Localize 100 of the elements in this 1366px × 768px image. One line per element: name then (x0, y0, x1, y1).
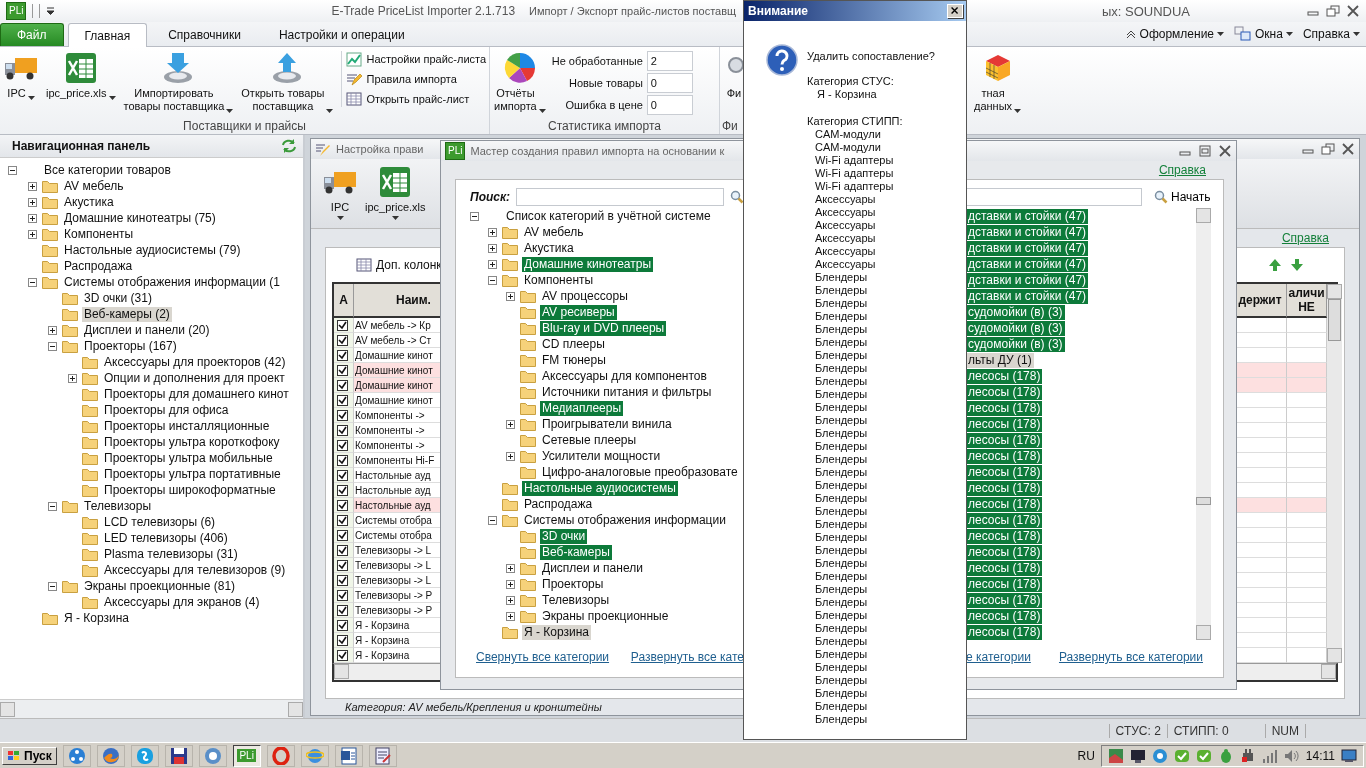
plug-icon[interactable] (1239, 747, 1256, 764)
tree-item[interactable]: Компоненты (62, 226, 136, 242)
tree-item[interactable]: Я - Корзина (62, 610, 132, 626)
tree-item[interactable]: Я - Корзина (522, 624, 592, 640)
checkbox[interactable] (337, 409, 348, 421)
sphere-icon[interactable] (203, 746, 222, 765)
start-button[interactable]: Начать (1148, 189, 1217, 205)
tree-toggle[interactable] (48, 581, 57, 591)
tree-toggle[interactable] (8, 165, 17, 175)
tree-toggle[interactable] (506, 611, 515, 621)
tree-toggle[interactable] (488, 227, 497, 237)
start-button[interactable]: Пуск (2, 746, 57, 765)
taskbar-button[interactable] (334, 744, 363, 767)
checkbox[interactable] (337, 574, 348, 586)
search-field[interactable] (966, 188, 1142, 206)
signal-icon[interactable] (1261, 747, 1278, 764)
ribbon-button[interactable]: Отчёты импорта (492, 51, 548, 113)
tree-item[interactable]: лесосы (178) (966, 496, 1043, 512)
tree-item[interactable]: AV мебель (62, 178, 126, 194)
help-link[interactable]: Справка (1281, 231, 1329, 245)
ribbon-small-button[interactable]: Открыть прайс-лист (366, 93, 470, 105)
tree-item[interactable]: Распродажа (522, 496, 595, 512)
tree-item[interactable]: Список категорий в учётной системе (504, 208, 713, 224)
tree-toggle[interactable] (506, 451, 515, 461)
ribbon-tab[interactable]: Файл (0, 23, 64, 46)
checkbox[interactable] (337, 469, 348, 481)
collapse-all-link[interactable]: Свернуть все категории (476, 650, 610, 664)
tree-item[interactable]: Проекторы инсталляционные (102, 418, 272, 434)
ring-icon[interactable] (271, 746, 290, 765)
tree-toggle[interactable] (506, 419, 515, 429)
tree-item[interactable]: Проекторы ультра короткофоку (102, 434, 282, 450)
network-icon[interactable] (67, 746, 86, 765)
checkbox[interactable] (337, 394, 348, 406)
tree-item[interactable]: Blu-ray и DVD плееры (540, 320, 667, 336)
tree-item[interactable]: лесосы (178) (966, 384, 1043, 400)
column-header[interactable]: держит (1234, 284, 1287, 318)
tree-item[interactable]: лесосы (178) (966, 512, 1043, 528)
ribbon-button[interactable]: Импортировать товары поставщика (121, 51, 236, 113)
tree-item[interactable]: Веб-камеры (2) (82, 306, 172, 322)
maximize-button[interactable] (1198, 145, 1212, 157)
search-icon[interactable] (1154, 190, 1168, 204)
taskbar-button[interactable]: PLi (232, 744, 261, 767)
restore-button[interactable] (1326, 5, 1340, 17)
checkbox[interactable] (337, 544, 348, 556)
checkbox[interactable] (337, 514, 348, 526)
ribbon-button[interactable]: ipc_price.xls (44, 51, 118, 100)
checkbox[interactable] (337, 529, 348, 541)
tree-toggle[interactable] (28, 229, 37, 239)
tree-item[interactable]: Проекторы для домашнего кинот (102, 386, 291, 402)
monitor-icon[interactable] (1129, 747, 1146, 764)
tree-item[interactable]: лесосы (178) (966, 432, 1043, 448)
tree-item[interactable]: лесосы (178) (966, 592, 1043, 608)
move-down-icon[interactable] (1290, 258, 1304, 272)
tree-item[interactable]: Настольные аудиосистемы (79) (62, 242, 243, 258)
tree-item[interactable]: лесосы (178) (966, 464, 1043, 480)
tree-item[interactable]: дставки и стойки (47) (966, 224, 1089, 240)
tree-item[interactable]: Аксессуары для проекторов (42) (102, 354, 288, 370)
checkbox[interactable] (337, 484, 348, 496)
checkbox[interactable] (337, 589, 348, 601)
scrollbar[interactable] (1196, 208, 1211, 640)
tree-item[interactable]: дставки и стойки (47) (966, 272, 1089, 288)
tree-toggle[interactable] (68, 373, 77, 383)
customize-icon[interactable] (46, 7, 56, 15)
scrollbar[interactable] (1327, 284, 1342, 663)
count-field[interactable]: 2 (646, 51, 693, 71)
tree-item[interactable]: LED телевизоры (406) (102, 530, 230, 546)
document-icon[interactable] (339, 746, 358, 765)
scrollbar[interactable] (0, 699, 303, 718)
desktop-icon[interactable] (1341, 748, 1357, 763)
count-field[interactable]: 0 (646, 95, 693, 115)
tree-item[interactable]: AV ресиверы (540, 304, 617, 320)
tree-item[interactable]: лесосы (178) (966, 480, 1043, 496)
checkbox[interactable] (337, 634, 348, 646)
tree-item[interactable]: 3D очки (31) (82, 290, 154, 306)
checkbox[interactable] (337, 604, 348, 616)
checkbox[interactable] (337, 439, 348, 451)
checkbox[interactable] (337, 649, 348, 661)
shield-icon[interactable] (1195, 747, 1212, 764)
move-up-icon[interactable] (1268, 258, 1282, 272)
close-button[interactable] (1341, 143, 1355, 155)
browser-icon[interactable] (101, 746, 120, 765)
tree-item[interactable]: дставки и стойки (47) (966, 208, 1089, 224)
tree-item[interactable]: лесосы (178) (966, 416, 1043, 432)
tree-item[interactable]: дставки и стойки (47) (966, 240, 1089, 256)
restore-button[interactable] (1321, 143, 1335, 155)
tree-item[interactable]: Аксессуары для экранов (4) (102, 594, 262, 610)
tree-toggle[interactable] (28, 197, 37, 207)
tree-toggle[interactable] (488, 275, 497, 285)
tree-item[interactable]: судомойки (в) (3) (966, 336, 1065, 352)
tree-toggle[interactable] (506, 595, 515, 605)
search-icon[interactable] (730, 190, 744, 204)
tree-toggle[interactable] (48, 325, 57, 335)
checkbox[interactable] (337, 619, 348, 631)
help-link[interactable]: Справка (1158, 163, 1206, 177)
refresh-icon[interactable] (281, 139, 297, 153)
ribbon-small-button[interactable]: Правила импорта (366, 73, 457, 85)
tree-item[interactable]: лесосы (178) (966, 400, 1043, 416)
tree-item[interactable]: лесосы (178) (966, 528, 1043, 544)
tree-item[interactable]: льты ДУ (1) (966, 352, 1034, 368)
tree-toggle[interactable] (488, 515, 497, 525)
